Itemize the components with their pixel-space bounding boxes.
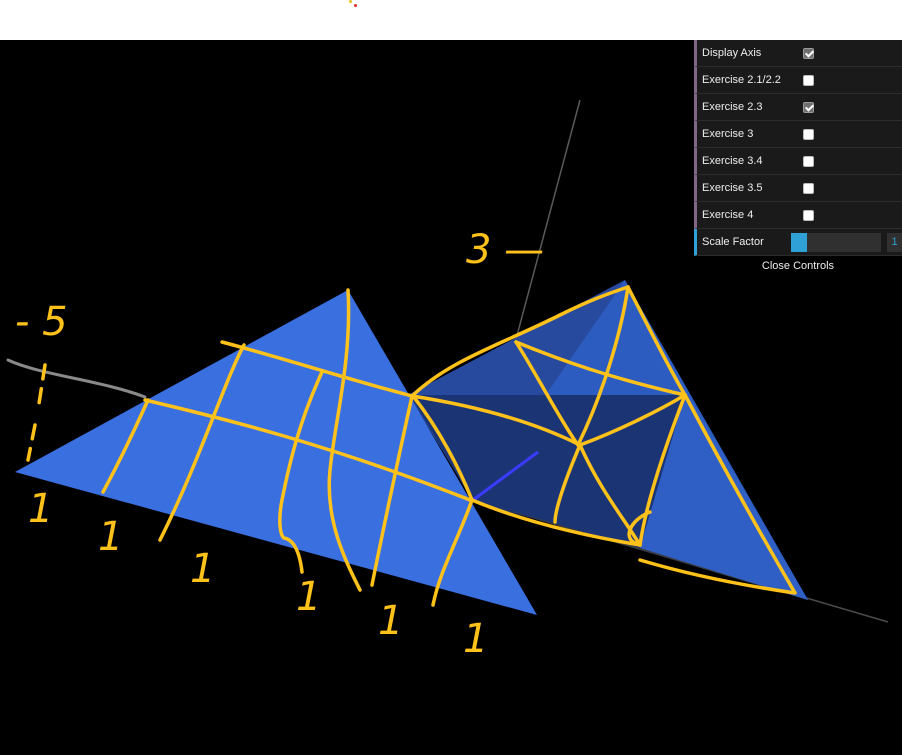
label-one: 1 [378, 598, 403, 644]
display-axis-checkbox[interactable] [803, 47, 814, 59]
exercise-2-1-checkbox[interactable] [803, 74, 814, 86]
control-exercise-3-5[interactable]: Exercise 3.5 [694, 175, 902, 202]
control-label: Scale Factor [702, 236, 764, 248]
label-3: 3 — [466, 227, 544, 273]
dashed-annotation-line [26, 363, 47, 462]
exercise-3-4-checkbox[interactable] [803, 155, 814, 167]
control-label: Exercise 2.1/2.2 [702, 74, 781, 86]
control-exercise-2-3[interactable]: Exercise 2.3 [694, 94, 902, 121]
exercise-3-checkbox[interactable] [803, 128, 814, 140]
control-exercise-3[interactable]: Exercise 3 [694, 121, 902, 148]
close-controls-button[interactable]: Close Controls [694, 256, 902, 276]
page-top-strip [0, 0, 902, 40]
x-axis-gray-stroke [6, 358, 147, 399]
exercise-2-3-checkbox[interactable] [803, 101, 814, 113]
control-label: Exercise 3.5 [702, 182, 763, 194]
scale-factor-slider[interactable] [791, 232, 881, 252]
control-label: Exercise 3 [702, 128, 754, 140]
control-scale-factor[interactable]: Scale Factor 1 [694, 229, 902, 256]
label-one: 1 [28, 486, 53, 532]
control-label: Exercise 2.3 [702, 101, 763, 113]
controls-panel: Display Axis Exercise 2.1/2.2 Exercise 2… [694, 40, 902, 276]
control-label: Exercise 4 [702, 209, 754, 221]
label-one: 1 [296, 574, 321, 620]
control-label: Display Axis [702, 47, 762, 59]
control-exercise-3-4[interactable]: Exercise 3.4 [694, 148, 902, 175]
control-label: Exercise 3.4 [702, 155, 763, 167]
loading-dot-yellow [349, 0, 352, 3]
control-exercise-2-1-2-2[interactable]: Exercise 2.1/2.2 [694, 67, 902, 94]
exercise-4-checkbox[interactable] [803, 209, 814, 221]
control-exercise-4[interactable]: Exercise 4 [694, 202, 902, 229]
control-display-axis[interactable]: Display Axis [694, 40, 902, 67]
scale-factor-slider-fill [791, 232, 808, 252]
label-one: 1 [190, 546, 215, 592]
label-one: 1 [98, 514, 123, 560]
exercise-3-5-checkbox[interactable] [803, 182, 814, 194]
loading-dot-red [354, 4, 357, 7]
label-one: 1 [463, 616, 488, 662]
scale-factor-input[interactable]: 1 [887, 232, 902, 252]
label-minus-5: - 5 [15, 299, 68, 345]
